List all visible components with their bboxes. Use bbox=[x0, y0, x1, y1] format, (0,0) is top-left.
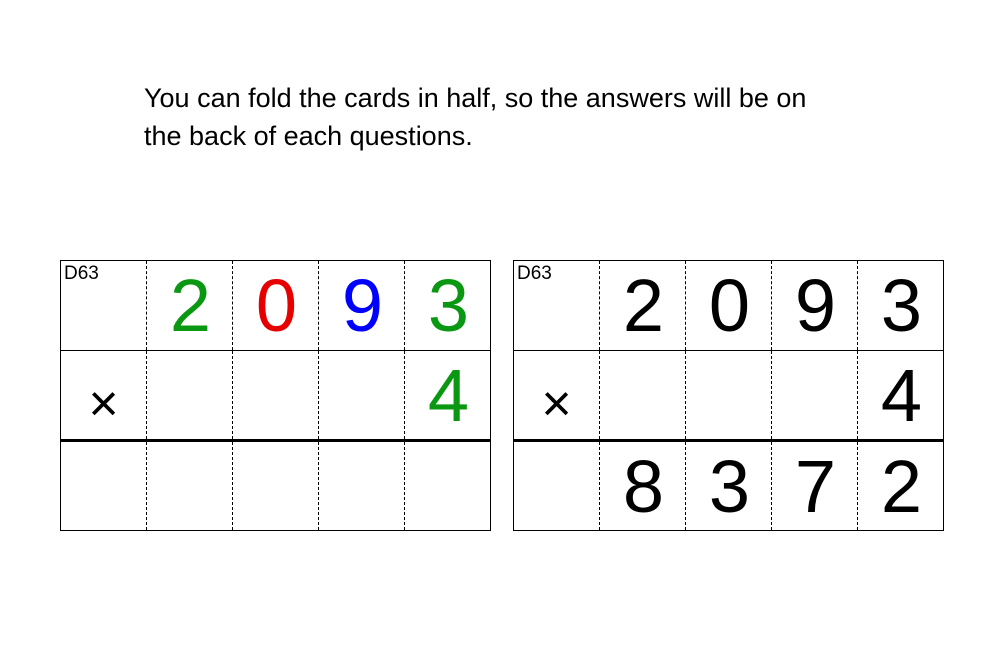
digit: 8 bbox=[623, 445, 662, 528]
answer-cell: 3 bbox=[686, 441, 772, 531]
empty-cell bbox=[686, 351, 772, 441]
digit: 9 bbox=[342, 264, 381, 347]
answer-cell bbox=[514, 441, 600, 531]
question-card: D63 2 0 9 3 × 4 bbox=[60, 260, 491, 531]
answer-cell bbox=[405, 441, 491, 531]
digit-cell: 3 bbox=[405, 261, 491, 351]
times-cell: × bbox=[61, 351, 147, 441]
answer-cell: 2 bbox=[858, 441, 944, 531]
digit: 4 bbox=[428, 354, 467, 437]
digit: 4 bbox=[881, 354, 920, 437]
empty-cell bbox=[772, 351, 858, 441]
answer-cell bbox=[233, 441, 319, 531]
answer-cell: 8 bbox=[600, 441, 686, 531]
cell-label: D63 bbox=[514, 261, 600, 351]
answer-cell: 7 bbox=[772, 441, 858, 531]
card-label: D63 bbox=[517, 263, 552, 285]
empty-cell bbox=[319, 351, 405, 441]
digit-cell: 0 bbox=[686, 261, 772, 351]
digit-cell: 3 bbox=[858, 261, 944, 351]
digit: 2 bbox=[623, 264, 662, 347]
empty-cell bbox=[233, 351, 319, 441]
digit-cell: 4 bbox=[858, 351, 944, 441]
times-icon: × bbox=[541, 375, 571, 433]
empty-cell bbox=[600, 351, 686, 441]
digit: 3 bbox=[881, 264, 920, 347]
digit-cell: 9 bbox=[319, 261, 405, 351]
card-label: D63 bbox=[64, 263, 99, 285]
digit-cell: 0 bbox=[233, 261, 319, 351]
digit: 9 bbox=[795, 264, 834, 347]
digit: 2 bbox=[881, 445, 920, 528]
digit: 3 bbox=[428, 264, 467, 347]
cards-container: D63 2 0 9 3 × 4 D63 2 0 bbox=[60, 260, 944, 531]
digit: 0 bbox=[256, 264, 295, 347]
times-cell: × bbox=[514, 351, 600, 441]
instruction-text: You can fold the cards in half, so the a… bbox=[144, 80, 844, 156]
digit-cell: 4 bbox=[405, 351, 491, 441]
digit: 7 bbox=[795, 445, 834, 528]
times-icon: × bbox=[88, 375, 118, 433]
digit: 0 bbox=[709, 264, 748, 347]
cell-label: D63 bbox=[61, 261, 147, 351]
answer-cell bbox=[319, 441, 405, 531]
digit: 3 bbox=[709, 445, 748, 528]
empty-cell bbox=[147, 351, 233, 441]
answer-cell bbox=[61, 441, 147, 531]
digit-cell: 2 bbox=[147, 261, 233, 351]
answer-cell bbox=[147, 441, 233, 531]
digit-cell: 2 bbox=[600, 261, 686, 351]
digit-cell: 9 bbox=[772, 261, 858, 351]
answer-card: D63 2 0 9 3 × 4 8 3 7 2 bbox=[513, 260, 944, 531]
digit: 2 bbox=[170, 264, 209, 347]
